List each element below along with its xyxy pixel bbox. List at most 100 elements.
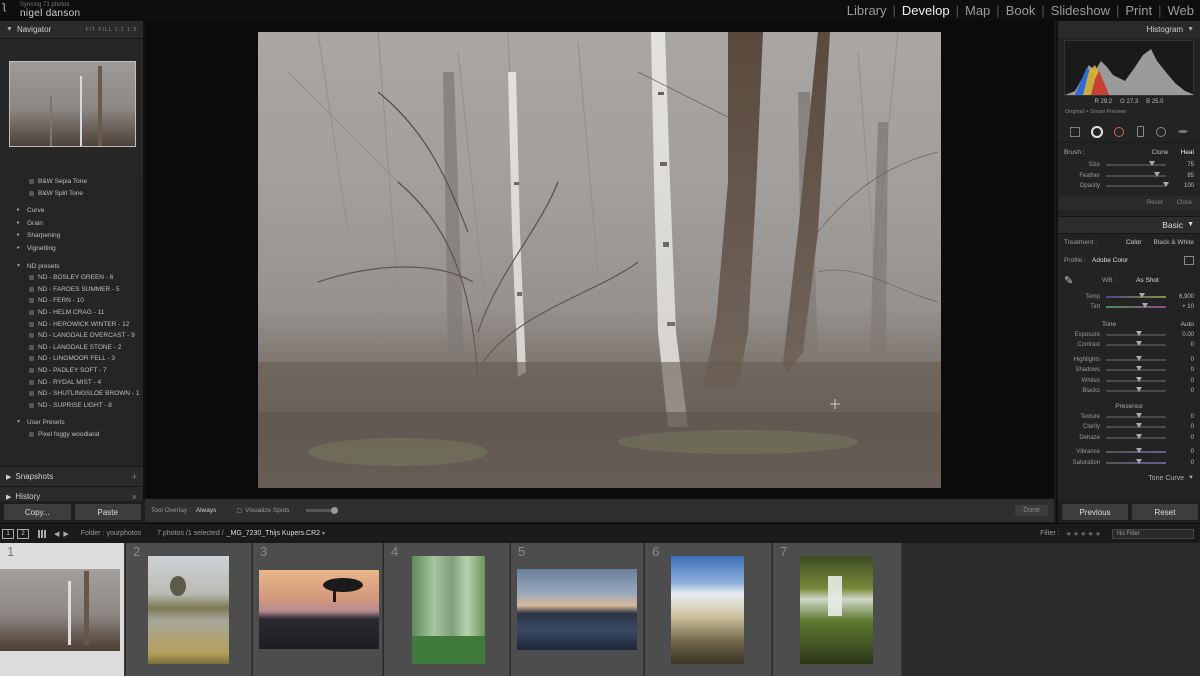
spot-removal-tool-icon[interactable] xyxy=(1092,126,1103,137)
preset-group-vignetting[interactable]: Vignetting xyxy=(0,243,143,255)
preset-group-sharpening[interactable]: Sharpening xyxy=(0,230,143,242)
primary-window-icon[interactable]: 1 xyxy=(2,528,14,539)
slider-thumb[interactable] xyxy=(1136,376,1142,382)
dropdown-icon[interactable]: ▾ xyxy=(322,530,325,537)
preset-item[interactable]: ND - LANGDALE OVERCAST - 9 xyxy=(0,330,143,342)
slider-thumb[interactable] xyxy=(1136,448,1142,454)
slider-row[interactable]: Vibrance 0 xyxy=(1058,447,1200,458)
module-print[interactable]: Print xyxy=(1119,3,1158,18)
slider-thumb[interactable] xyxy=(1154,171,1160,177)
tool-reset-button[interactable]: Reset xyxy=(1147,200,1163,206)
secondary-window-icon[interactable]: 2 xyxy=(17,528,29,539)
module-slideshow[interactable]: Slideshow xyxy=(1045,3,1116,18)
rating-filter-stars-icon[interactable]: ★★★★★ xyxy=(1066,530,1102,538)
module-map[interactable]: Map xyxy=(959,3,996,18)
zoom-options[interactable]: FIT FILL 1:1 1:3 xyxy=(86,27,137,33)
module-book[interactable]: Book xyxy=(1000,3,1042,18)
wb-select[interactable]: As Shot xyxy=(1136,277,1159,284)
add-snapshot-icon[interactable]: + xyxy=(132,472,137,482)
slider-row[interactable]: Exposure 0.00 xyxy=(1058,330,1200,341)
main-photo[interactable] xyxy=(258,32,941,488)
filter-select[interactable]: No Filter xyxy=(1112,528,1194,539)
navigator-preview[interactable] xyxy=(0,39,143,174)
preset-item[interactable]: ND - SUPRISE LIGHT - 8 xyxy=(0,400,143,412)
navigator-header[interactable]: ▼ Navigator FIT FILL 1:1 1:3 xyxy=(0,21,143,39)
slider-thumb[interactable] xyxy=(1136,355,1142,361)
adjustment-brush-icon[interactable] xyxy=(1177,130,1188,133)
preset-item[interactable]: Pixel foggy woodland xyxy=(0,429,143,441)
tone-curve-header[interactable]: Tone Curve ▼ xyxy=(1058,473,1200,484)
paste-button[interactable]: Paste xyxy=(74,504,141,520)
slider-thumb[interactable] xyxy=(1136,366,1142,372)
red-eye-tool-icon[interactable] xyxy=(1114,126,1125,137)
radial-filter-icon[interactable] xyxy=(1155,126,1166,137)
visualize-slider[interactable] xyxy=(305,507,338,514)
filmstrip-cell[interactable]: 4 xyxy=(384,543,510,676)
slider-thumb[interactable] xyxy=(1136,330,1142,336)
slider-thumb[interactable] xyxy=(1136,387,1142,393)
snapshots-header[interactable]: ▶ Snapshots + xyxy=(0,466,143,486)
filmstrip-cell[interactable]: 3 xyxy=(253,543,383,676)
module-web[interactable]: Web xyxy=(1162,3,1200,18)
navigator-thumbnail[interactable] xyxy=(9,61,136,147)
tool-overlay-select[interactable]: Always xyxy=(196,507,217,514)
preset-item[interactable]: ND - HEROWICK WINTER - 12 xyxy=(0,319,143,331)
treatment-bw-option[interactable]: Black & White xyxy=(1154,239,1194,246)
thumbnail-dune-grass[interactable] xyxy=(671,556,744,664)
slider-thumb[interactable] xyxy=(1136,423,1142,429)
crop-tool-icon[interactable] xyxy=(1070,126,1081,137)
thumbnail-waterfall[interactable] xyxy=(800,556,873,664)
thumbnail-green-forest[interactable] xyxy=(412,556,485,664)
module-develop[interactable]: Develop xyxy=(896,3,956,18)
slider-row[interactable]: Blacks 0 xyxy=(1058,386,1200,397)
preset-item[interactable]: B&W Sepia Tone xyxy=(0,176,143,188)
back-arrow-icon[interactable]: ◀ xyxy=(54,530,59,538)
slider-row[interactable]: Size 75 xyxy=(1058,160,1200,171)
graduated-filter-icon[interactable] xyxy=(1136,126,1144,137)
preset-item[interactable]: ND - PADLEY SOFT - 7 xyxy=(0,365,143,377)
slider-thumb[interactable] xyxy=(1136,341,1142,347)
filmstrip-cell[interactable]: 6 xyxy=(645,543,772,676)
treatment-color-option[interactable]: Color xyxy=(1126,239,1142,246)
previous-button[interactable]: Previous xyxy=(1062,504,1128,520)
filmstrip-cell[interactable]: 5 xyxy=(511,543,644,676)
visualize-spots-checkbox-icon[interactable]: ☐ xyxy=(236,507,242,515)
preset-group-user[interactable]: User Presets xyxy=(0,417,143,429)
tool-close-button[interactable]: Close xyxy=(1177,200,1192,206)
preset-item[interactable]: ND - FAROES SUMMER - 5 xyxy=(0,284,143,296)
slider-row[interactable]: Feather 85 xyxy=(1058,171,1200,182)
clear-history-icon[interactable]: × xyxy=(132,492,137,502)
filmstrip-cell[interactable]: 2 xyxy=(126,543,252,676)
preset-item[interactable]: ND - BOSLEY GREEN - 6 xyxy=(0,272,143,284)
auto-tone-button[interactable]: Auto xyxy=(1181,321,1194,328)
basic-panel-header[interactable]: Basic ▼ xyxy=(1058,215,1200,234)
thumbnail-lake-dusk[interactable] xyxy=(517,569,637,650)
heal-option[interactable]: Heal xyxy=(1181,149,1194,156)
preset-group-nd[interactable]: ND presets xyxy=(0,261,143,273)
profile-browser-icon[interactable] xyxy=(1184,255,1194,265)
slider-row[interactable]: Dehaze 0 xyxy=(1058,433,1200,444)
folder-path[interactable]: Folder : yourphotos xyxy=(81,530,141,537)
forward-arrow-icon[interactable]: ▶ xyxy=(63,530,68,538)
slider-row[interactable]: Texture 0 xyxy=(1058,412,1200,423)
preset-group-grain[interactable]: Grain xyxy=(0,218,143,230)
slider-row[interactable]: Contrast 0 xyxy=(1058,340,1200,351)
clone-option[interactable]: Clone xyxy=(1152,149,1169,156)
module-library[interactable]: Library xyxy=(841,3,893,18)
slider-row[interactable]: Temp 6,900 xyxy=(1058,292,1200,303)
preset-group-curve[interactable]: Curve xyxy=(0,205,143,217)
thumbnail-sunset-tree[interactable] xyxy=(259,570,379,649)
preset-item[interactable]: ND - FERN - 10 xyxy=(0,295,143,307)
slider-row[interactable]: Opacity 100 xyxy=(1058,181,1200,192)
preset-item[interactable]: B&W Split Tone xyxy=(0,188,143,200)
eyedropper-icon[interactable]: ✎ xyxy=(1064,274,1078,288)
selected-filename[interactable]: _MG_7230_Thijs Kupers.CR2 xyxy=(227,530,320,537)
profile-select[interactable]: Adobe Color xyxy=(1092,257,1128,264)
histogram-header[interactable]: Histogram ▼ xyxy=(1058,21,1200,38)
grid-view-icon[interactable] xyxy=(38,529,46,538)
preset-item[interactable]: ND - SHUTLINGSLOE BROWN - 1 xyxy=(0,388,143,400)
slider-thumb[interactable] xyxy=(1163,182,1169,188)
filmstrip-cell[interactable]: 7 xyxy=(773,543,902,676)
filmstrip-cell[interactable]: 1 xyxy=(0,543,125,676)
slider-thumb[interactable] xyxy=(1142,303,1148,309)
